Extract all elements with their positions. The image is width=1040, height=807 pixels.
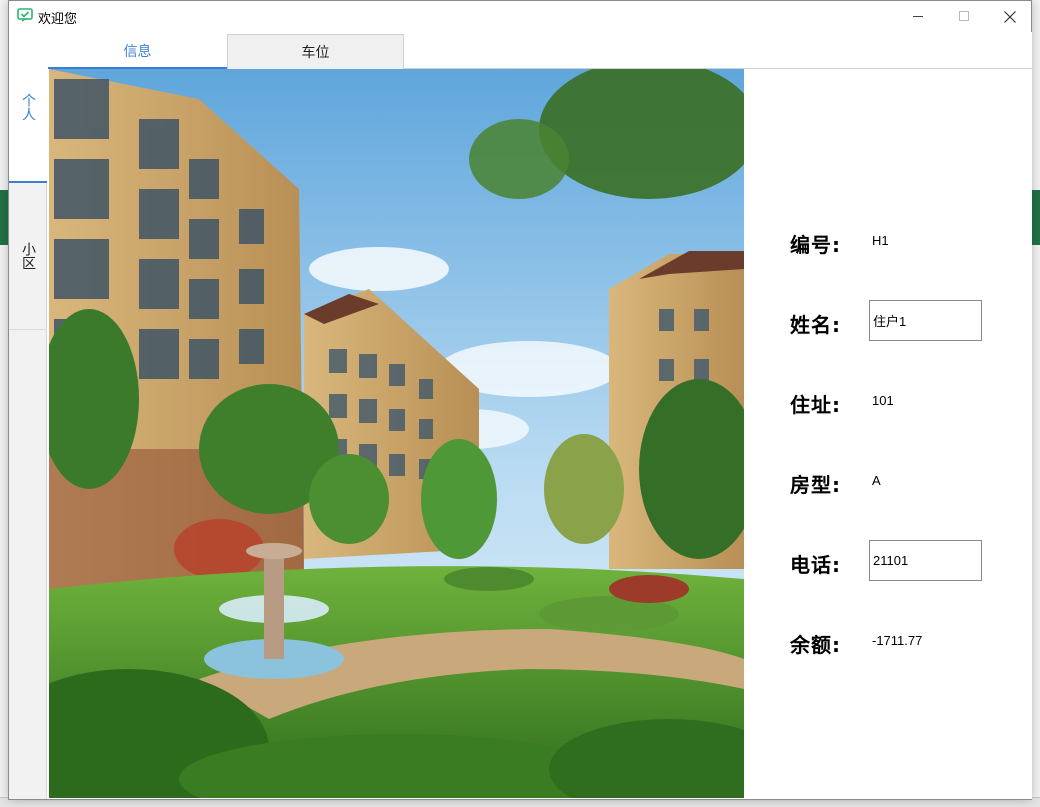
address-label: 住址:: [790, 393, 841, 417]
address-value: 101: [872, 393, 894, 408]
name-label: 姓名:: [790, 313, 841, 337]
minimize-icon: [912, 16, 923, 17]
phone-label: 电话:: [790, 553, 841, 577]
tab-info[interactable]: 信息: [48, 34, 227, 69]
phone-input[interactable]: [869, 540, 982, 581]
room-type-value: A: [872, 473, 881, 488]
resident-info-panel: 编号: H1 姓名: 住址: 101 房型: A 电话: 余额: -1711.7…: [744, 69, 1032, 799]
maximize-icon: [958, 11, 969, 21]
title-bar[interactable]: 欢迎您: [9, 1, 1031, 32]
sidebar-tab-personal[interactable]: 个人: [9, 32, 47, 183]
main-window: 欢迎您 个人 小区 信息 车位 编号: H1 姓名: 住户1 住址: 101 房…: [8, 0, 1032, 800]
window-title: 欢迎您: [38, 12, 78, 27]
name-input[interactable]: [869, 300, 982, 341]
room-type-label: 房型:: [790, 473, 841, 497]
sidebar-tab-label: 小区: [20, 242, 36, 270]
maximize-button[interactable]: [941, 1, 987, 32]
tab-label: 车位: [301, 45, 330, 61]
chat-check-icon: [17, 8, 33, 22]
community-photo: [49, 69, 744, 798]
id-label: 编号:: [790, 233, 841, 257]
residential-scene-image: [49, 69, 744, 798]
id-value: H1: [872, 233, 889, 248]
close-button[interactable]: [987, 1, 1033, 32]
tab-parking[interactable]: 车位: [227, 34, 404, 69]
minimize-button[interactable]: [895, 1, 941, 32]
top-tab-bar: 信息 车位: [48, 32, 1032, 69]
sidebar-tab-label: 个人: [20, 92, 36, 121]
vertical-tab-bar: 个人 小区: [9, 32, 47, 799]
balance-value: -1711.77: [872, 633, 923, 648]
sidebar-tab-community[interactable]: 小区: [9, 183, 47, 330]
tab-label: 信息: [123, 43, 152, 60]
close-icon: [1004, 10, 1016, 23]
balance-label: 余额:: [790, 633, 841, 657]
